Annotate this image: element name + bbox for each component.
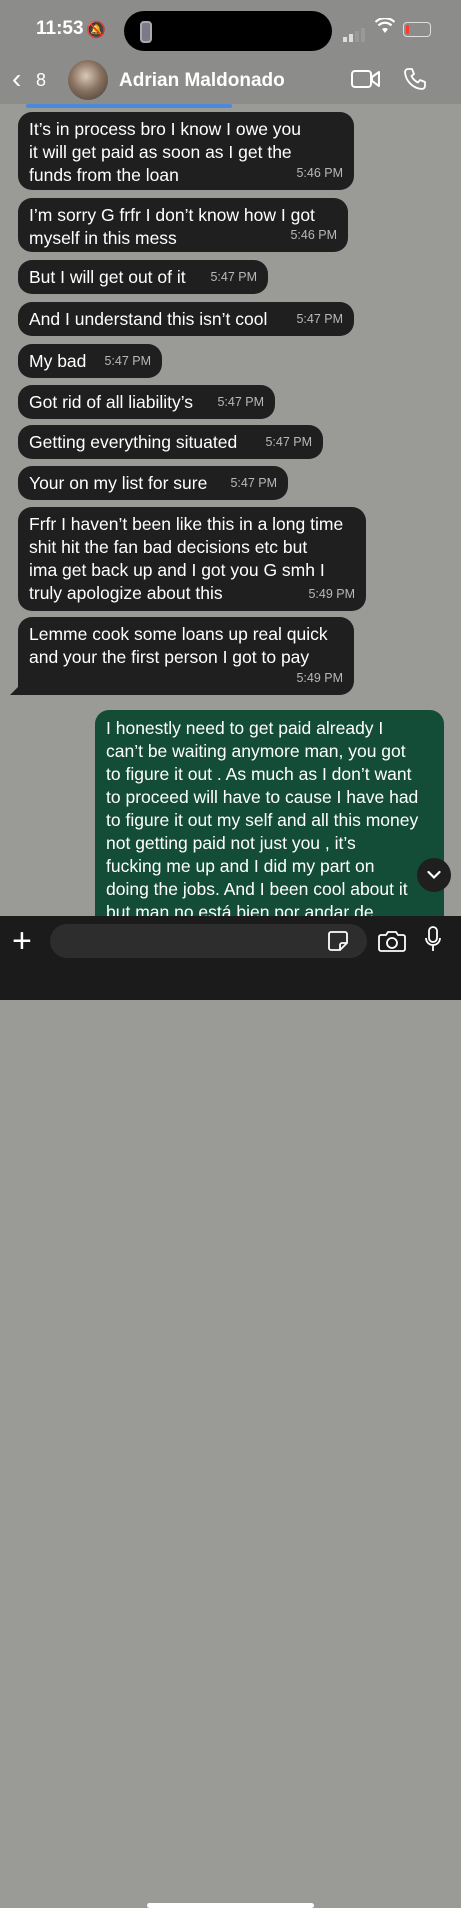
message-timestamp: 5:46 PM	[296, 166, 343, 180]
status-time: 11:53	[36, 18, 84, 39]
partial-media-edge	[26, 104, 232, 108]
chat-header: ‹ 8 Adrian Maldonado	[0, 58, 461, 104]
message-timestamp: 5:49 PM	[308, 587, 355, 601]
signal-strength-icon	[343, 24, 367, 42]
message-text: I honestly need to get paid already I ca…	[106, 718, 419, 916]
message-bubble-outgoing[interactable]: I honestly need to get paid already I ca…	[95, 710, 444, 916]
message-timestamp: 5:47 PM	[210, 270, 257, 284]
contact-name[interactable]: Adrian Maldonado	[119, 70, 285, 92]
dynamic-island	[124, 11, 332, 51]
video-camera-icon[interactable]	[351, 68, 381, 95]
phone-icon[interactable]	[403, 67, 427, 96]
message-timestamp: 5:47 PM	[265, 435, 312, 449]
bubble-tail	[10, 683, 22, 695]
message-input[interactable]	[50, 924, 367, 958]
microphone-icon[interactable]	[424, 926, 442, 959]
contact-avatar[interactable]	[68, 60, 108, 100]
message-timestamp: 5:47 PM	[104, 354, 151, 368]
message-bubble-incoming[interactable]: Your on my list for sure 5:47 PM	[18, 466, 288, 500]
message-text: Frfr I haven’t been like this in a long …	[29, 514, 344, 603]
scroll-to-bottom-button[interactable]	[417, 858, 451, 892]
back-chevron-icon[interactable]: ‹	[12, 64, 21, 94]
wifi-icon	[374, 17, 396, 39]
message-bubble-incoming[interactable]: It’s in process bro I know I owe you it …	[18, 112, 354, 190]
bell-muted-icon: 🔕	[86, 22, 106, 39]
status-bar: 11:53 🔕	[0, 0, 461, 58]
message-composer: +	[0, 916, 461, 1908]
message-timestamp: 5:46 PM	[290, 228, 337, 242]
battery-icon	[403, 22, 431, 37]
message-bubble-incoming[interactable]: And I understand this isn’t cool 5:47 PM	[18, 302, 354, 336]
sticker-icon[interactable]	[327, 930, 349, 957]
message-timestamp: 5:47 PM	[230, 476, 277, 490]
chevron-down-icon	[427, 866, 441, 883]
plus-icon[interactable]: +	[12, 924, 32, 958]
home-indicator	[147, 1903, 314, 1908]
message-timestamp: 5:47 PM	[217, 395, 264, 409]
back-unread-count[interactable]: 8	[36, 70, 46, 91]
message-bubble-incoming[interactable]: Got rid of all liability’s 5:47 PM	[18, 385, 275, 419]
message-timestamp: 5:47 PM	[296, 312, 343, 326]
message-bubble-incoming[interactable]: My bad 5:47 PM	[18, 344, 162, 378]
message-bubble-incoming[interactable]: Getting everything situated 5:47 PM	[18, 425, 323, 459]
flashlight-indicator-icon	[140, 21, 152, 43]
message-list[interactable]: It’s in process bro I know I owe you it …	[0, 104, 461, 916]
message-bubble-incoming[interactable]: But I will get out of it 5:47 PM	[18, 260, 268, 294]
message-bubble-incoming[interactable]: Lemme cook some loans up real quick and …	[18, 617, 354, 695]
message-text: Lemme cook some loans up real quick and …	[29, 624, 328, 667]
camera-icon[interactable]	[378, 930, 406, 957]
message-bubble-incoming[interactable]: Frfr I haven’t been like this in a long …	[18, 507, 366, 611]
message-bubble-incoming[interactable]: I’m sorry G frfr I don’t know how I got …	[18, 198, 348, 252]
message-timestamp: 5:49 PM	[296, 671, 343, 685]
